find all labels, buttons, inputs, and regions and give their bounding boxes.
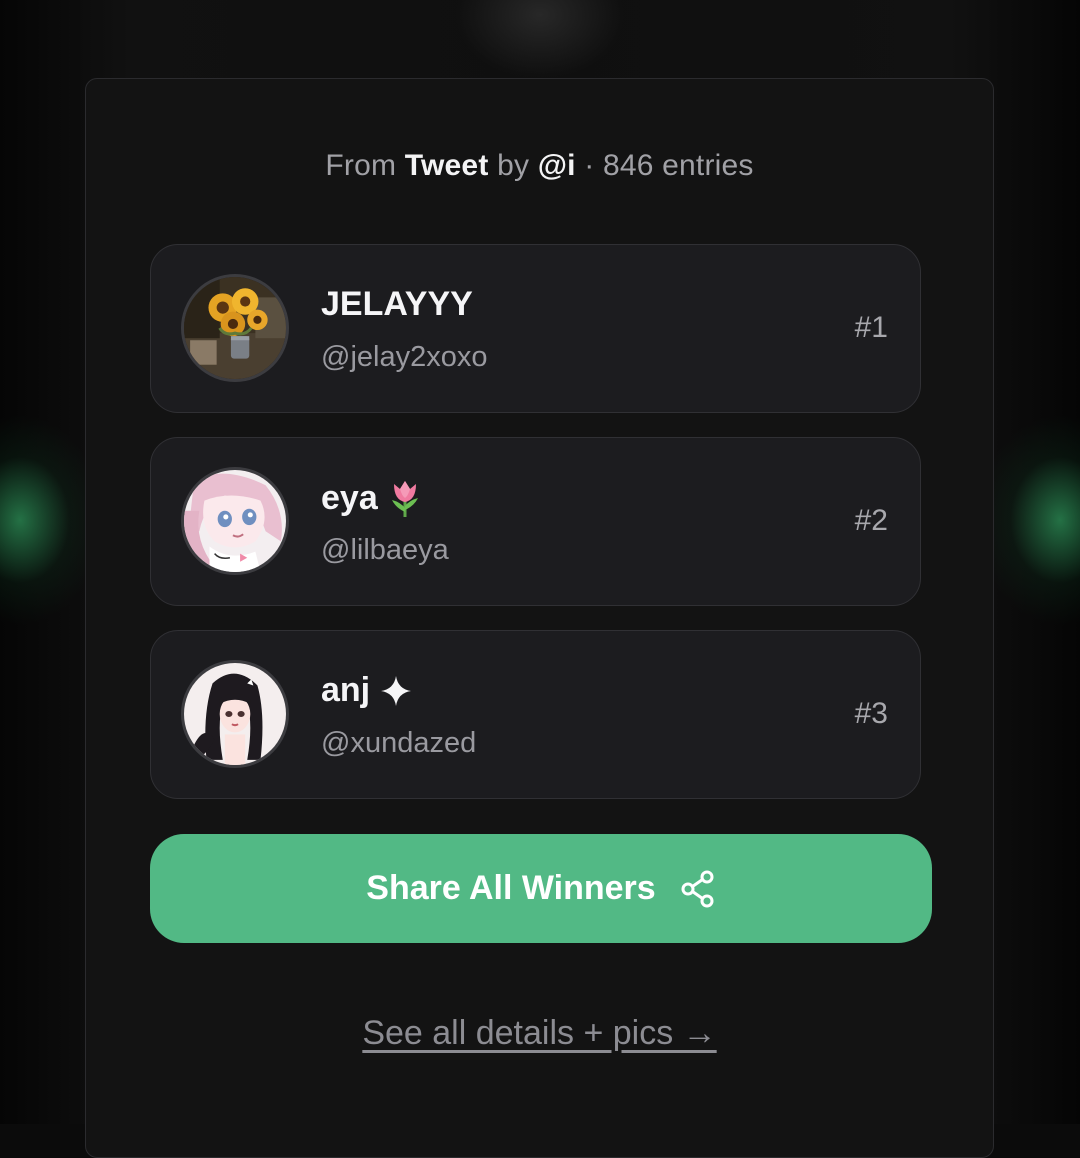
avatar: [181, 660, 289, 768]
source-by: by: [497, 149, 530, 182]
share-button-label: Share All Winners: [366, 869, 656, 907]
winner-rank: #1: [854, 311, 888, 344]
winner-rank: #3: [854, 697, 888, 730]
avatar: [181, 274, 289, 382]
share-icon: [680, 870, 716, 908]
avatar: [181, 467, 289, 575]
winner-handle: @lilbaeya: [321, 534, 449, 566]
winner-name: eya: [321, 478, 422, 518]
winner-handle: @jelay2xoxo: [321, 341, 488, 373]
winner-name: anj: [321, 671, 412, 710]
author-handle[interactable]: @i: [538, 149, 576, 182]
source-link[interactable]: Tweet: [405, 149, 489, 182]
tulip-icon: [388, 478, 422, 518]
anime-avatar-image: [184, 470, 286, 572]
winner-handle: @xundazed: [321, 727, 477, 759]
share-all-winners-button[interactable]: Share All Winners: [150, 834, 932, 943]
winner-name: JELAYYY: [321, 285, 473, 324]
winners-panel: From Tweet by @i · 846 entries JELAYYY @…: [85, 78, 994, 1158]
winner-name-text: JELAYYY: [321, 285, 473, 323]
winner-card-3[interactable]: anj @xundazed #3: [150, 630, 921, 799]
winner-name-text: eya: [321, 478, 378, 517]
see-all-details-link[interactable]: See all details + pics →: [86, 1014, 993, 1053]
sparkle-icon: [380, 675, 412, 707]
sunflower-avatar-image: [184, 277, 286, 379]
winner-rank: #2: [854, 504, 888, 537]
source-info: From Tweet by @i · 846 entries: [86, 149, 993, 183]
winner-list: JELAYYY @jelay2xoxo #1 eya @lilbaeya #2 …: [150, 244, 921, 823]
winner-card-2[interactable]: eya @lilbaeya #2: [150, 437, 921, 606]
entries-count: · 846 entries: [584, 149, 754, 182]
winner-name-text: anj: [321, 671, 371, 709]
source-prefix: From: [325, 149, 397, 182]
winner-card-1[interactable]: JELAYYY @jelay2xoxo #1: [150, 244, 921, 413]
anime-avatar-image: [184, 663, 286, 765]
